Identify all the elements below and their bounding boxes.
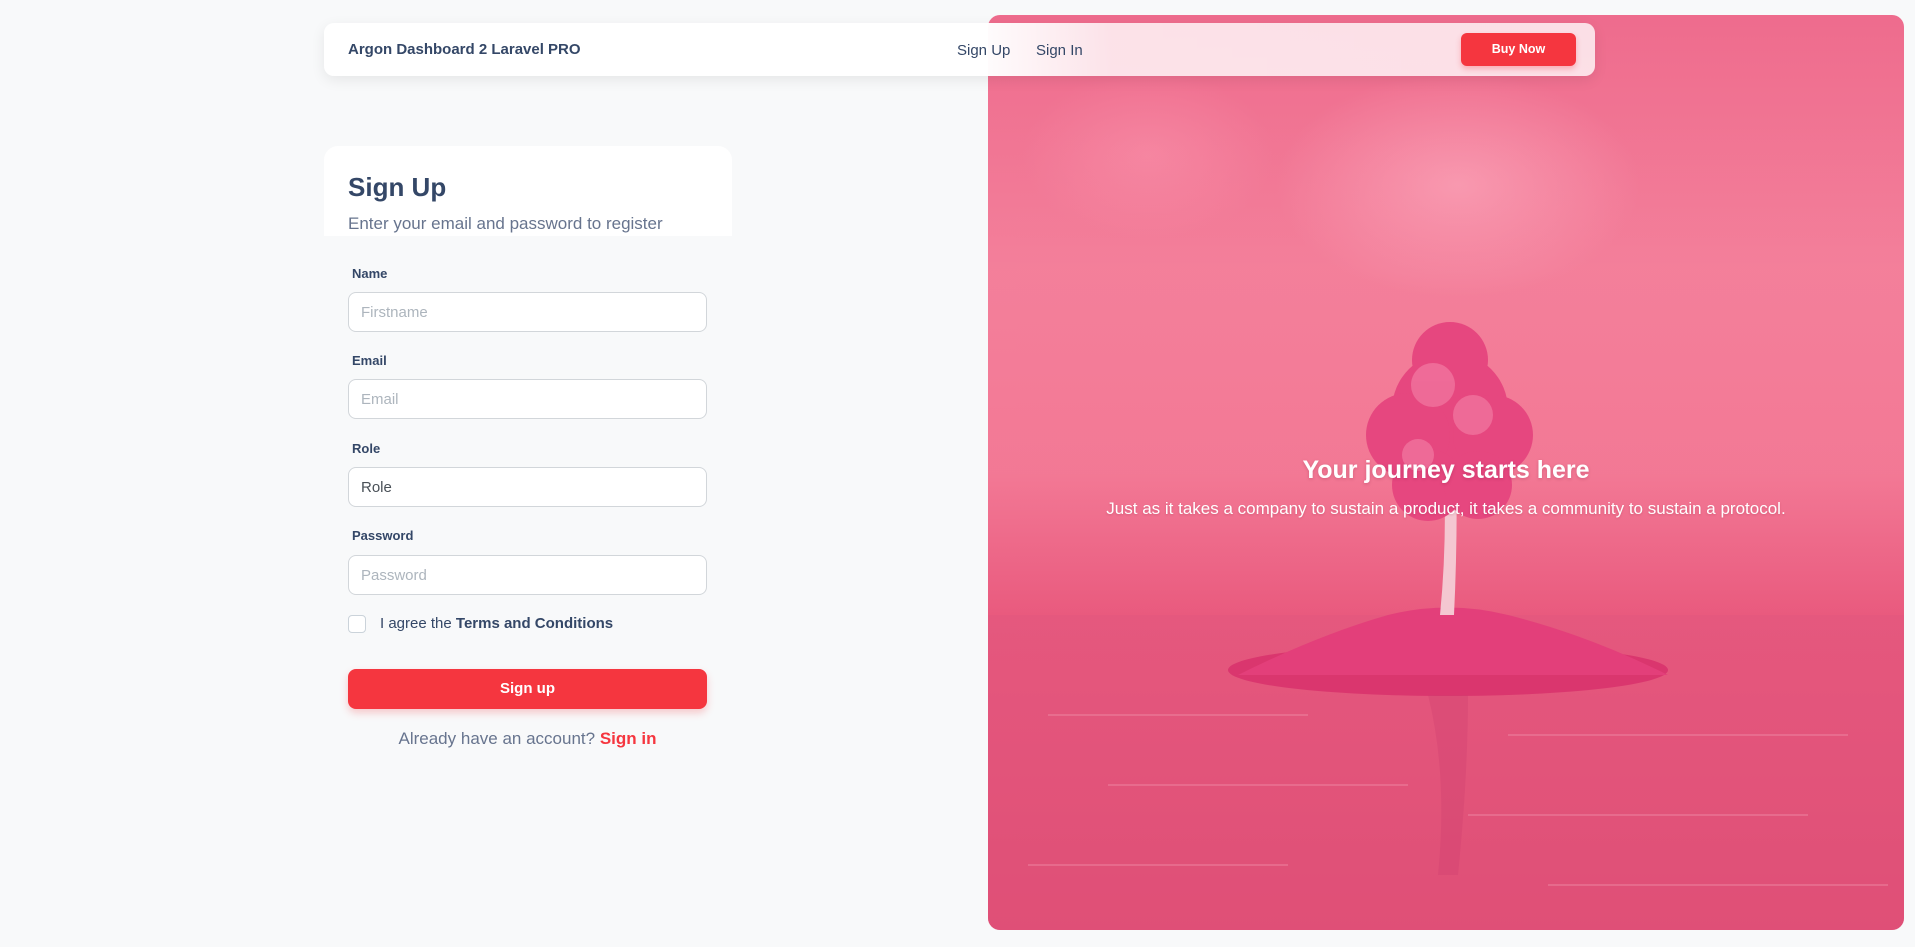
terms-link[interactable]: Terms and Conditions xyxy=(456,615,613,632)
terms-label: I agree the Terms and Conditions xyxy=(380,615,613,632)
page-subtitle: Enter your email and password to registe… xyxy=(348,214,663,233)
terms-prefix: I agree the xyxy=(380,615,452,632)
nav-link-sign-in[interactable]: Sign In xyxy=(1036,42,1083,59)
signin-prompt-text: Already have an account? xyxy=(398,729,596,748)
name-input[interactable] xyxy=(348,292,707,332)
sign-up-button[interactable]: Sign up xyxy=(348,669,707,709)
role-label: Role xyxy=(352,441,381,456)
hero-description: Just as it takes a company to sustain a … xyxy=(1106,499,1786,518)
name-label: Name xyxy=(352,266,388,281)
buy-now-button[interactable]: Buy Now xyxy=(1461,33,1576,66)
email-label: Email xyxy=(352,353,387,368)
sign-in-link[interactable]: Sign in xyxy=(600,729,657,748)
terms-checkbox[interactable] xyxy=(348,615,366,633)
hero-panel: Your journey starts here Just as it take… xyxy=(988,15,1904,930)
signin-prompt: Already have an account? Sign in xyxy=(348,729,707,749)
nav-link-sign-up[interactable]: Sign Up xyxy=(957,42,1010,59)
top-navbar: Argon Dashboard 2 Laravel PRO Sign Up Si… xyxy=(324,23,1595,76)
email-input[interactable] xyxy=(348,379,707,419)
role-input[interactable] xyxy=(348,467,707,507)
hero-title: Your journey starts here xyxy=(1302,456,1590,484)
brand-name[interactable]: Argon Dashboard 2 Laravel PRO xyxy=(348,41,581,58)
password-label: Password xyxy=(352,528,414,543)
password-input[interactable] xyxy=(348,555,707,595)
page-title: Sign Up xyxy=(348,172,447,202)
